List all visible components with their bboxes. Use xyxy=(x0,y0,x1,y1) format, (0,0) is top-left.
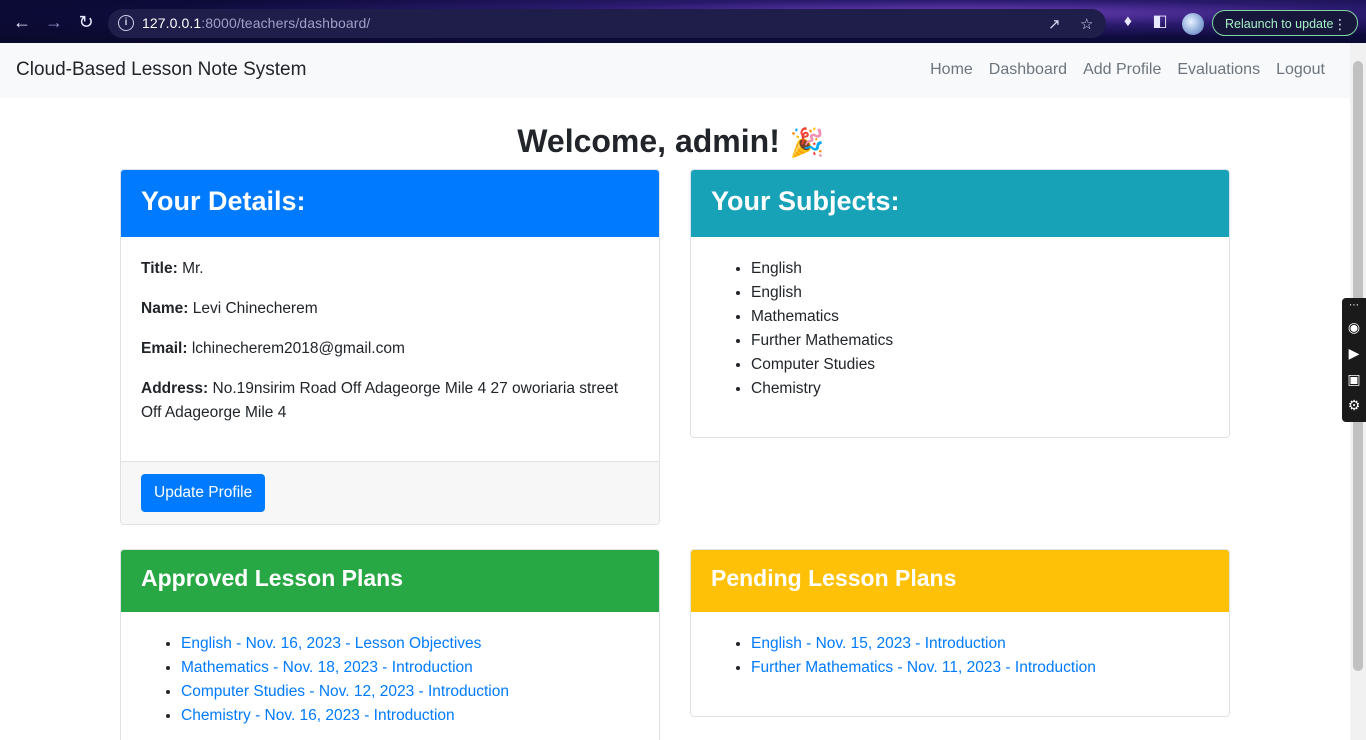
pending-link[interactable]: Further Mathematics - Nov. 11, 2023 - In… xyxy=(751,659,1096,676)
info-icon[interactable]: i xyxy=(118,15,134,31)
subjects-list: English English Mathematics Further Math… xyxy=(711,257,1209,401)
back-icon[interactable]: ← xyxy=(12,12,32,32)
list-item: Computer Studies xyxy=(751,353,1209,377)
list-item: Chemistry - Nov. 16, 2023 - Introduction xyxy=(181,704,639,728)
url-text[interactable]: 127.0.0.1:8000/teachers/dashboard/ xyxy=(142,15,370,31)
star-icon[interactable]: ☆ xyxy=(1080,15,1093,33)
subjects-card: Your Subjects: English English Mathemati… xyxy=(690,169,1230,438)
pending-list: English - Nov. 15, 2023 - Introduction F… xyxy=(711,632,1209,680)
list-item: English xyxy=(751,257,1209,281)
video-icon[interactable]: ▶ xyxy=(1342,340,1366,366)
update-profile-button[interactable]: Update Profile xyxy=(141,474,266,512)
list-item: Mathematics - Nov. 18, 2023 - Introducti… xyxy=(181,656,639,680)
detail-address: Address: No.19nsirim Road Off Adageorge … xyxy=(141,380,619,421)
list-item: English - Nov. 15, 2023 - Introduction xyxy=(751,632,1209,656)
nav-logout[interactable]: Logout xyxy=(1276,61,1325,79)
reload-icon[interactable]: ↻ xyxy=(76,12,96,32)
subjects-card-body: English English Mathematics Further Math… xyxy=(691,237,1229,421)
page-viewport: Cloud-Based Lesson Note System Home Dash… xyxy=(0,43,1350,740)
detail-name: Name: Levi Chinecherem xyxy=(141,300,318,317)
list-item: English xyxy=(751,281,1209,305)
camera-icon[interactable]: ◉ xyxy=(1342,314,1366,340)
approved-link[interactable]: Computer Studies - Nov. 12, 2023 - Intro… xyxy=(181,683,509,700)
extension-toolbar: ⋯ ◉ ▶ ▣ ⚙ xyxy=(1342,298,1366,422)
list-item: Chemistry xyxy=(751,377,1209,401)
menu-dots-icon[interactable]: ⋮ xyxy=(1333,11,1347,37)
approved-list: English - Nov. 16, 2023 - Lesson Objecti… xyxy=(141,632,639,728)
pending-card-header: Pending Lesson Plans xyxy=(691,550,1229,612)
approved-card-body: English - Nov. 16, 2023 - Lesson Objecti… xyxy=(121,612,659,740)
browser-toolbar: ← → ↻ i 127.0.0.1:8000/teachers/dashboar… xyxy=(0,0,1366,43)
nav-add-profile[interactable]: Add Profile xyxy=(1083,61,1161,79)
welcome-heading: Welcome, admin! 🎉 xyxy=(0,123,1342,160)
extensions-icon[interactable]: ♦ xyxy=(1118,12,1138,32)
share-icon[interactable]: ↗ xyxy=(1048,15,1061,33)
pending-link[interactable]: English - Nov. 15, 2023 - Introduction xyxy=(751,635,1006,652)
approved-link[interactable]: Mathematics - Nov. 18, 2023 - Introducti… xyxy=(181,659,473,676)
list-item: Mathematics xyxy=(751,305,1209,329)
party-popper-icon: 🎉 xyxy=(789,127,825,158)
details-card-header: Your Details: xyxy=(121,170,659,237)
navbar: Cloud-Based Lesson Note System Home Dash… xyxy=(0,43,1350,98)
window-icon[interactable]: ▣ xyxy=(1342,366,1366,392)
navbar-brand[interactable]: Cloud-Based Lesson Note System xyxy=(16,59,306,81)
profile-avatar[interactable] xyxy=(1182,13,1204,35)
nav-home[interactable]: Home xyxy=(930,61,973,79)
details-card-body: Title: Mr. Name: Levi Chinecherem Email:… xyxy=(121,237,659,461)
nav-evaluations[interactable]: Evaluations xyxy=(1177,61,1260,79)
approved-card: Approved Lesson Plans English - Nov. 16,… xyxy=(120,549,660,740)
approved-link[interactable]: English - Nov. 16, 2023 - Lesson Objecti… xyxy=(181,635,481,652)
welcome-text: Welcome, admin! xyxy=(517,123,780,159)
relaunch-button[interactable]: Relaunch to update ⋮ xyxy=(1212,10,1358,36)
more-icon[interactable]: ⋯ xyxy=(1342,298,1366,314)
list-item: Computer Studies - Nov. 12, 2023 - Intro… xyxy=(181,680,639,704)
pending-card: Pending Lesson Plans English - Nov. 15, … xyxy=(690,549,1230,717)
detail-email: Email: lchinecherem2018@gmail.com xyxy=(141,340,405,357)
sidepanel-icon[interactable]: ◧ xyxy=(1150,12,1170,32)
address-bar[interactable]: i 127.0.0.1:8000/teachers/dashboard/ ↗ ☆ xyxy=(108,9,1106,38)
forward-icon[interactable]: → xyxy=(44,12,64,32)
approved-card-header: Approved Lesson Plans xyxy=(121,550,659,612)
pending-card-body: English - Nov. 15, 2023 - Introduction F… xyxy=(691,612,1229,700)
list-item: Further Mathematics xyxy=(751,329,1209,353)
approved-link[interactable]: Chemistry - Nov. 16, 2023 - Introduction xyxy=(181,707,455,724)
details-card: Your Details: Title: Mr. Name: Levi Chin… xyxy=(120,169,660,525)
nav-dashboard[interactable]: Dashboard xyxy=(989,61,1067,79)
gear-icon[interactable]: ⚙ xyxy=(1342,392,1366,418)
nav-links: Home Dashboard Add Profile Evaluations L… xyxy=(930,61,1325,79)
list-item: English - Nov. 16, 2023 - Lesson Objecti… xyxy=(181,632,639,656)
detail-title: Title: Mr. xyxy=(141,260,204,277)
details-card-footer: Update Profile xyxy=(121,461,659,524)
subjects-card-header: Your Subjects: xyxy=(691,170,1229,237)
list-item: Further Mathematics - Nov. 11, 2023 - In… xyxy=(751,656,1209,680)
